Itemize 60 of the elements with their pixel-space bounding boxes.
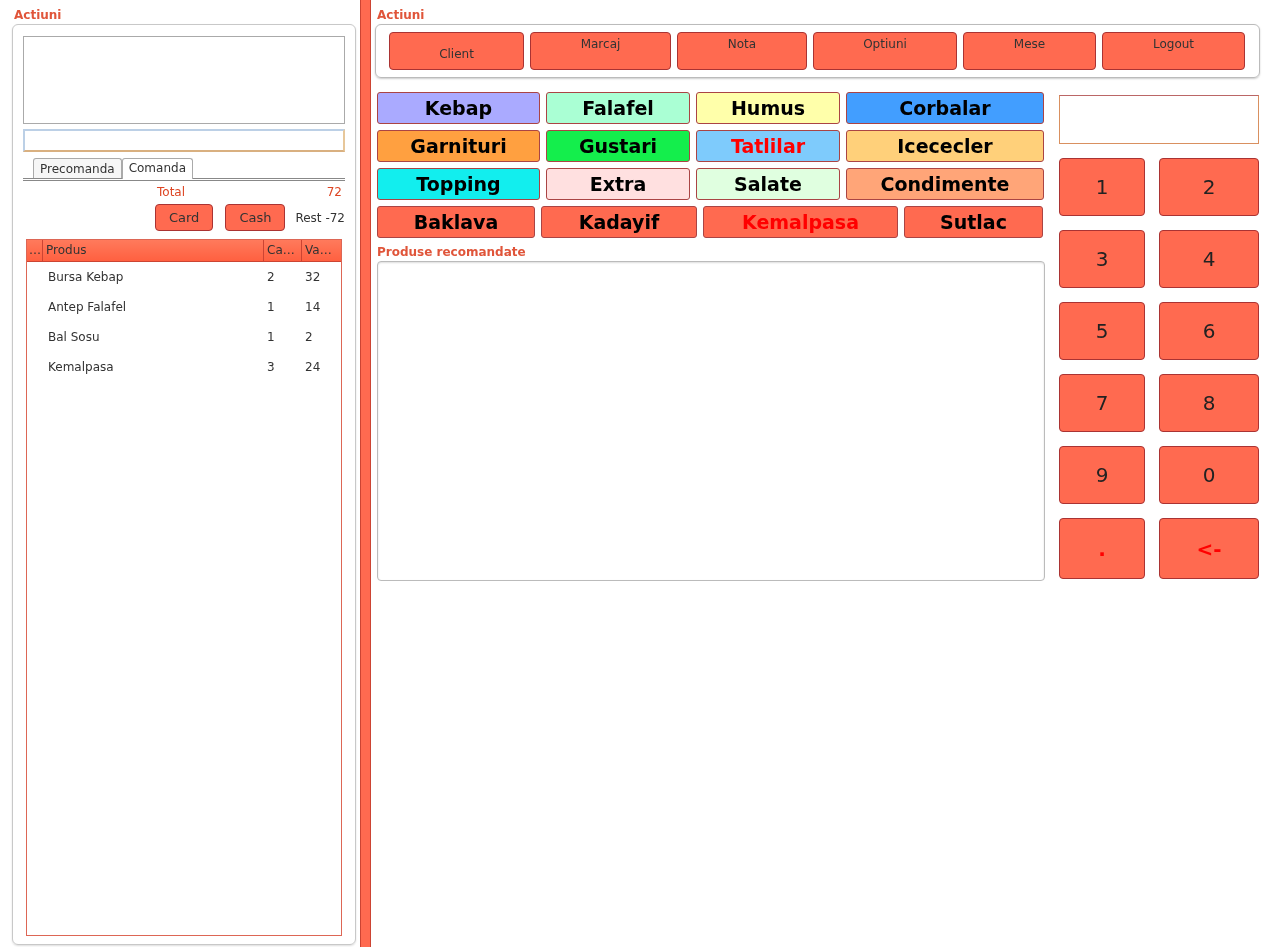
tab[interactable]: Precomanda — [33, 158, 122, 178]
table-cell-text: Bursa Kebap — [47, 270, 125, 284]
panel-title: Actiuni — [376, 7, 426, 24]
rest-label: Rest -72 — [295, 210, 345, 225]
table-cell-text: Bal Sosu — [47, 330, 101, 344]
keypad-key[interactable]: 3 — [1059, 230, 1145, 288]
category-button[interactable]: Kebap — [377, 92, 540, 124]
keypad-key[interactable]: 8 — [1159, 374, 1259, 432]
column-header[interactable]: Va… — [302, 240, 341, 261]
display-field[interactable] — [1059, 95, 1259, 144]
keypad-key[interactable]: 7 — [1059, 374, 1145, 432]
table-cell-text: 2 — [266, 270, 276, 284]
category-button[interactable]: Garnituri — [377, 130, 540, 162]
panel-title: Actiuni — [13, 7, 63, 24]
category-button[interactable]: Condimente — [846, 168, 1044, 200]
keypad-key[interactable]: 5 — [1059, 302, 1145, 360]
category-button[interactable]: Baklava — [377, 206, 535, 238]
column-header[interactable]: … — [27, 240, 43, 261]
category-button[interactable]: Falafel — [546, 92, 690, 124]
table-cell-text: Kemalpasa — [47, 360, 115, 374]
keypad-key[interactable]: 0 — [1159, 446, 1259, 504]
keypad-key[interactable]: 6 — [1159, 302, 1259, 360]
category-button[interactable]: Salate — [696, 168, 840, 200]
category-button[interactable]: Sutlac — [904, 206, 1043, 238]
input-field[interactable] — [23, 129, 345, 152]
keypad-key[interactable]: 1 — [1059, 158, 1145, 216]
table-cell-text: 32 — [304, 270, 322, 284]
category-button[interactable]: Icececler — [846, 130, 1044, 162]
total-value: 72 — [326, 185, 342, 199]
splitter[interactable] — [360, 0, 371, 947]
table-cell-text: Antep Falafel — [47, 300, 128, 314]
table-cell-text: 3 — [266, 360, 276, 374]
category-button[interactable]: Topping — [377, 168, 540, 200]
table-cell-text: 1 — [266, 300, 276, 314]
total-label: Total — [157, 185, 186, 199]
action-button[interactable]: Client — [389, 32, 524, 70]
category-button[interactable]: Kadayif — [541, 206, 697, 238]
keypad-key[interactable]: 4 — [1159, 230, 1259, 288]
category-button[interactable]: Corbalar — [846, 92, 1044, 124]
table-cell-text: 24 — [304, 360, 322, 374]
table-cell-text: 1 — [266, 330, 276, 344]
section-title: Produse recomandate — [377, 245, 527, 261]
action-button[interactable]: Optiuni — [813, 32, 957, 70]
payment-button[interactable]: Cash — [225, 204, 286, 231]
table-cell-text: 2 — [304, 330, 314, 344]
action-button[interactable]: Mese — [963, 32, 1096, 70]
action-button[interactable]: Logout — [1102, 32, 1245, 70]
category-button[interactable]: Gustari — [546, 130, 690, 162]
action-button[interactable]: Marcaj — [530, 32, 671, 70]
table-cell-text: 14 — [304, 300, 322, 314]
column-header[interactable]: Ca… — [264, 240, 302, 261]
category-button[interactable]: Extra — [546, 168, 690, 200]
payment-button[interactable]: Card — [154, 204, 214, 231]
keypad-key[interactable]: 9 — [1059, 446, 1145, 504]
notes-field[interactable] — [23, 36, 345, 124]
keypad-key[interactable]: 2 — [1159, 158, 1259, 216]
category-button[interactable]: Humus — [696, 92, 840, 124]
action-button[interactable]: Nota — [677, 32, 807, 70]
column-header[interactable]: Produs — [43, 240, 264, 261]
tab[interactable]: Comanda — [121, 158, 193, 179]
